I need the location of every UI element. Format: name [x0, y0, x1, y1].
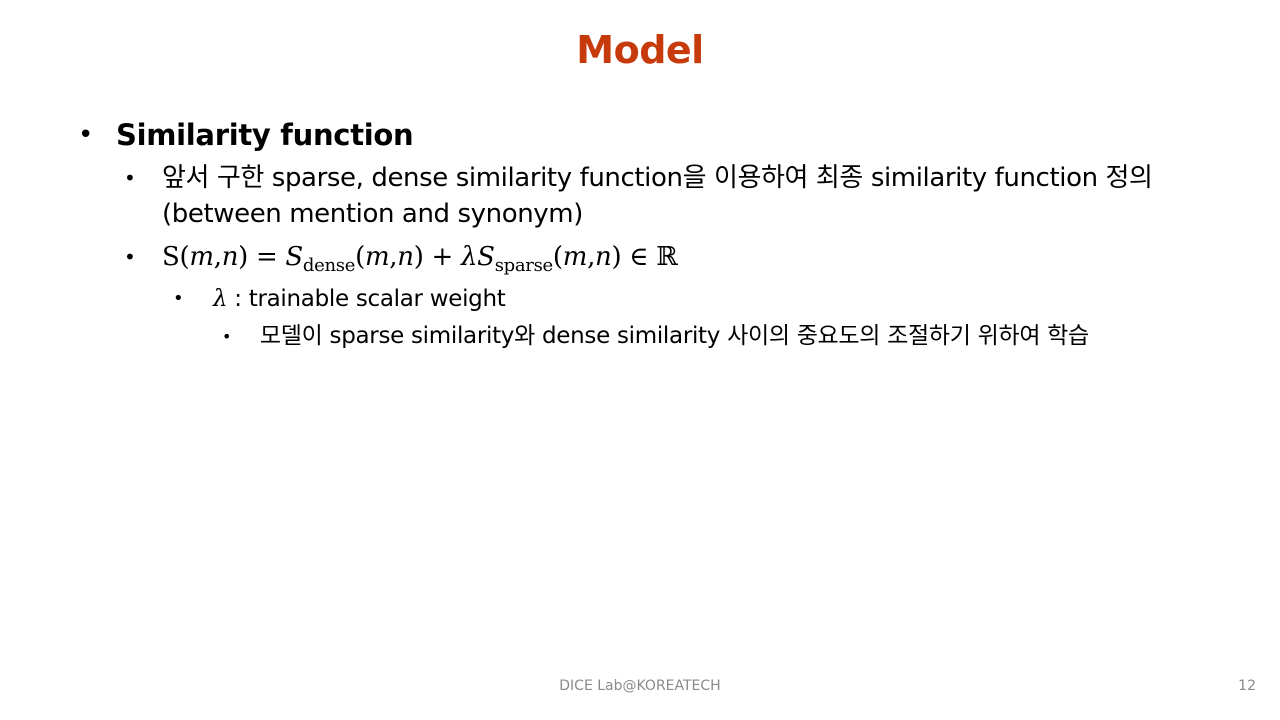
bullet-lambda: • λ : trainable scalar weight	[170, 284, 506, 314]
formula-paren: (	[179, 242, 190, 272]
formula-lambda: λ	[460, 242, 478, 272]
formula-n: n	[397, 242, 414, 272]
formula-equals: =	[247, 242, 286, 272]
bullet-marker: •	[78, 120, 94, 150]
formula-n: n	[221, 242, 239, 272]
formula-element-of: ∈	[621, 242, 657, 272]
lambda-line: λ : trainable scalar weight	[213, 284, 506, 314]
similarity-formula: S(m,n) = Sdense(m,n) + λSsparse(m,n) ∈ ℝ	[162, 239, 678, 275]
formula-S: S	[162, 242, 180, 272]
formula-n: n	[595, 242, 612, 272]
formula-S-dense: S	[285, 242, 303, 272]
formula-S-sparse: S	[477, 242, 495, 272]
formula-comma: ,	[213, 242, 222, 272]
formula-m: m	[364, 242, 390, 272]
lambda-description: : trainable scalar weight	[227, 286, 506, 312]
page-number: 12	[1238, 678, 1256, 694]
bullet-lambda-detail: • 모델이 sparse similarity와 dense similarit…	[218, 321, 1188, 352]
lambda-detail-text: 모델이 sparse similarity와 dense similarity …	[259, 323, 1089, 349]
bullet-marker: •	[173, 288, 184, 309]
bullet-heading: Similarity function	[116, 118, 414, 152]
formula-reals: ℝ	[656, 242, 678, 272]
formula-paren: )	[238, 242, 248, 272]
lambda-symbol: λ	[213, 286, 228, 312]
slide-title: Model	[576, 28, 704, 72]
formula-paren: )	[611, 242, 622, 272]
formula-m: m	[189, 242, 214, 272]
formula-m: m	[562, 242, 588, 272]
footer-label: DICE Lab@KOREATECH	[559, 678, 721, 694]
formula-sparse-subscript: sparse	[494, 255, 553, 276]
formula-paren: )	[413, 242, 424, 272]
formula-dense-subscript: dense	[302, 255, 356, 276]
bullet-marker: •	[124, 245, 136, 269]
formula-comma: ,	[587, 242, 596, 272]
bullet-formula: • S(m,n) = Sdense(m,n) + λSsparse(m,n) ∈…	[122, 239, 678, 275]
bullet-marker: •	[124, 166, 136, 190]
bullet-marker: •	[222, 327, 232, 346]
bullet-similarity-function: • Similarity function	[76, 116, 414, 154]
formula-plus: +	[423, 242, 461, 272]
definition-text: 앞서 구한 sparse, dense similarity function을…	[162, 163, 1153, 229]
formula-paren: (	[355, 242, 365, 272]
bullet-definition: • 앞서 구한 sparse, dense similarity functio…	[122, 160, 1212, 232]
formula-paren: (	[552, 242, 563, 272]
